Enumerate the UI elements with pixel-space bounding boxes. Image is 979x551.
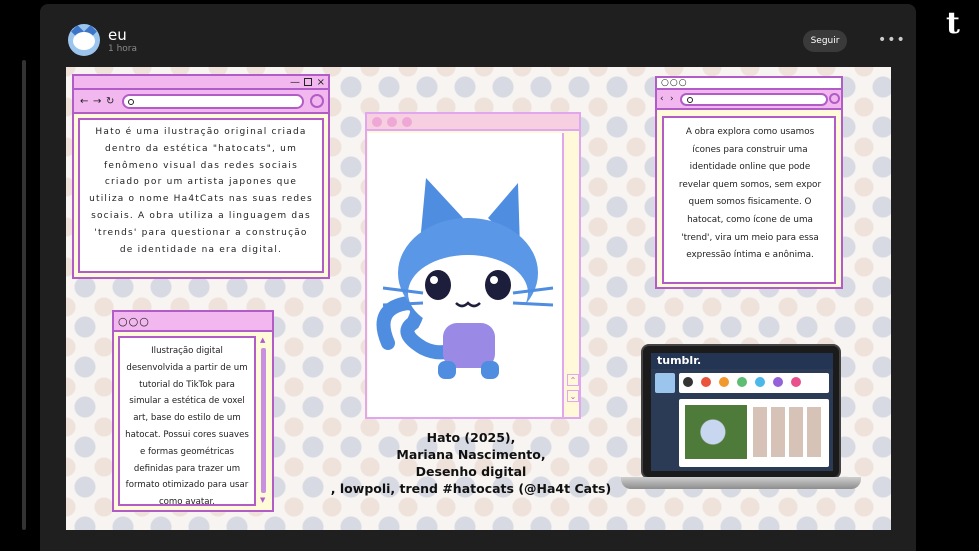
scroll-up-icon: ▲	[260, 336, 266, 344]
search-icon	[128, 99, 134, 105]
window-content: A obra explora como usamos ícones para c…	[662, 116, 836, 284]
refresh-icon: ↻	[106, 96, 115, 107]
window-content: Hato é uma ilustração original criada de…	[78, 118, 324, 273]
hatocat-icon	[376, 178, 554, 379]
scroll-thumb	[261, 348, 266, 493]
right-rail	[935, 0, 979, 551]
back-icon: ‹	[660, 94, 664, 104]
artwork-text-right: A obra explora como usamos ícones para c…	[678, 127, 822, 261]
laptop-post	[679, 399, 829, 467]
laptop-avatar	[655, 373, 675, 393]
window-titlebar: ○○○	[114, 312, 272, 332]
window-titlebar: ○○○	[657, 78, 841, 90]
window-dot	[402, 117, 412, 127]
minimize-icon: —	[290, 77, 300, 88]
laptop-mockup: tumblr.	[621, 344, 861, 499]
avatar[interactable]	[68, 24, 100, 56]
tumblr-logo-icon[interactable]: t	[946, 6, 960, 42]
post-image: — × ← → ↻ Hato é uma ilustração original…	[66, 67, 891, 530]
post-time: 1 hora	[108, 44, 138, 54]
cat-illustration	[368, 133, 564, 417]
window-toolbar: ← → ↻	[74, 90, 328, 114]
window-dots-icon: ○○○	[118, 315, 150, 328]
laptop-post-types	[679, 373, 829, 393]
window-titlebar	[367, 114, 579, 131]
artwork-text-top-left: Hato é uma ilustração original criada de…	[89, 127, 313, 255]
rail-bar	[22, 60, 26, 530]
window-top-left: — × ← → ↻ Hato é uma ilustração original…	[72, 74, 330, 279]
artwork-text-bottom-left: Ilustração digital desenvolvida a partir…	[125, 346, 249, 508]
window-dots-icon: ○○○	[661, 78, 688, 88]
follow-button[interactable]: Seguir	[803, 30, 847, 52]
maximize-icon	[304, 78, 312, 86]
caption-line: , lowpoli, trend #hatocats (@Ha4t Cats)	[330, 481, 612, 496]
window-dot	[372, 117, 382, 127]
address-bar	[122, 94, 304, 109]
window-dot	[387, 117, 397, 127]
left-rail	[0, 0, 40, 551]
caption-line: Desenho digital	[415, 464, 527, 479]
window-circle-button	[310, 94, 324, 108]
search-icon	[687, 97, 693, 103]
scroll-down-icon: ▼	[260, 496, 266, 504]
window-scrollbar: ▲ ▼	[259, 336, 269, 506]
close-icon: ×	[316, 77, 325, 88]
forward-icon: →	[93, 96, 102, 107]
app-root: t eu 1 hora Seguir ••• — × ← → ↻ Hato é …	[0, 0, 979, 551]
post-username[interactable]: eu	[108, 26, 127, 44]
laptop-tumblr-logo: tumblr.	[657, 354, 702, 367]
post-card: eu 1 hora Seguir ••• — × ← → ↻ Hato é um…	[40, 4, 916, 551]
window-right: ○○○ ‹ › A obra explora como usamos ícone…	[655, 76, 843, 289]
scroll-up-icon: ⌃	[567, 374, 579, 386]
window-content: Ilustração digital desenvolvida a partir…	[118, 336, 256, 507]
forward-icon: ›	[670, 94, 674, 104]
window-bottom-left: ○○○ Ilustração digital desenvolvida a pa…	[112, 310, 274, 512]
caption-line: Hato (2025),	[426, 430, 516, 445]
window-titlebar: — ×	[74, 76, 328, 90]
window-center: ⌃ ⌄	[365, 112, 581, 419]
caption-line: Mariana Nascimento,	[396, 447, 546, 462]
back-icon: ←	[80, 96, 89, 107]
artwork-caption: Hato (2025), Mariana Nascimento, Desenho…	[306, 429, 636, 497]
laptop-display: tumblr.	[651, 353, 833, 471]
laptop-display-topbar: tumblr.	[651, 353, 833, 369]
avatar-face	[73, 32, 95, 50]
scroll-down-icon: ⌄	[567, 390, 579, 402]
laptop-screen: tumblr.	[641, 344, 841, 479]
window-toolbar: ‹ ›	[657, 90, 841, 110]
more-options-icon[interactable]: •••	[878, 32, 905, 48]
address-bar	[680, 93, 828, 106]
laptop-base	[621, 477, 861, 489]
window-circle-button	[829, 93, 840, 104]
